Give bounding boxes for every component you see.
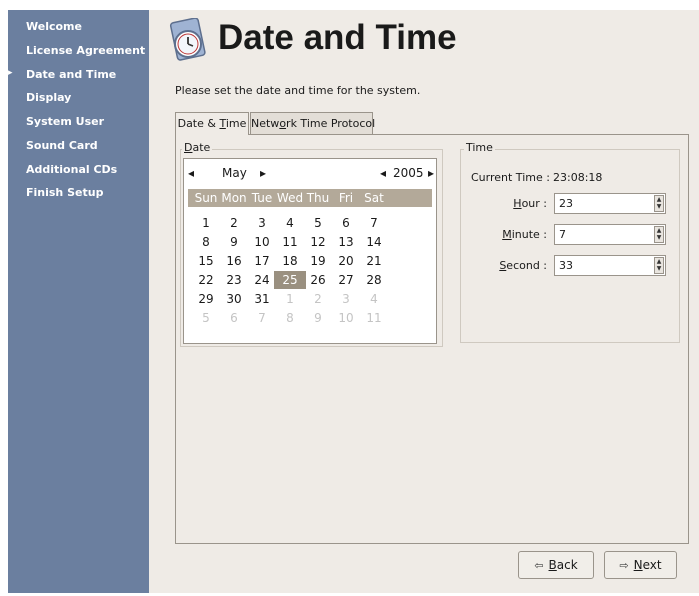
year-label: 2005 [393, 166, 424, 180]
tab-date-time[interactable]: Date & Time [175, 112, 249, 135]
hour-label-mnemonic: H [513, 197, 522, 210]
second-stepper[interactable]: ▲ ▼ [654, 257, 664, 274]
tab-ntp[interactable]: Network Time Protocol [250, 112, 376, 134]
date-label-rest: ate [192, 141, 211, 154]
calendar[interactable]: ◂ May ▸ ◂ 2005 ▸ Sun Mon Tue Wed Thu Fri Sat 1… [183, 158, 437, 344]
tab-date-time-label-pre: Date & [177, 117, 220, 130]
weekday-header: Sun Mon Tue Wed Thu Fri Sat [188, 189, 432, 207]
sidebar-item-label: Additional CDs [26, 163, 118, 176]
calendar-day[interactable]: 7 [358, 214, 390, 232]
sidebar-item-label: Date and Time [26, 68, 117, 81]
date-frame-label: Date [182, 141, 213, 154]
calendar-day[interactable]: 14 [358, 233, 390, 251]
hour-spinbox[interactable]: 23 ▲ ▼ [554, 193, 666, 214]
second-value[interactable]: 33 [559, 259, 573, 272]
time-frame-label: Time [464, 141, 495, 154]
next-button[interactable]: ⇨ Next [604, 551, 677, 579]
increment-arrow-icon[interactable]: ▲ [655, 227, 663, 234]
increment-arrow-icon[interactable]: ▲ [655, 258, 663, 265]
back-mnemonic: B [548, 558, 557, 572]
prev-month-button[interactable]: ◂ [188, 166, 194, 180]
prev-year-button[interactable]: ◂ [380, 166, 386, 180]
next-arrow-icon: ⇨ [619, 559, 629, 572]
calendar-day[interactable]: 21 [358, 252, 390, 270]
hour-value[interactable]: 23 [559, 197, 573, 210]
sidebar-item-label: System User [26, 115, 105, 128]
page-title: Date and Time [218, 18, 457, 57]
current-step-marker-icon: ▸ [8, 68, 13, 78]
second-label: Second : [480, 259, 547, 272]
minute-label-rest: inute : [511, 228, 547, 241]
current-time-value: 23:08:18 [553, 171, 603, 184]
decrement-arrow-icon[interactable]: ▼ [655, 203, 663, 210]
next-label-rest: ext [642, 558, 662, 572]
minute-spinbox[interactable]: 7 ▲ ▼ [554, 224, 666, 245]
tab-date-time-label-post: ime [225, 117, 247, 130]
sidebar-item-label: License Agreement [26, 44, 146, 57]
minute-value[interactable]: 7 [559, 228, 566, 241]
calendar-day[interactable]: 11 [358, 309, 390, 327]
calendar-day[interactable]: 28 [358, 271, 390, 289]
sidebar-item-label: Sound Card [26, 139, 98, 152]
back-label-rest: ack [556, 558, 578, 572]
clock-icon [169, 18, 206, 61]
weekday-label: Sat [364, 191, 384, 205]
back-button[interactable]: ⇦ Back [518, 551, 594, 579]
current-time-label: Current Time : [471, 171, 550, 184]
hour-stepper[interactable]: ▲ ▼ [654, 195, 664, 212]
next-month-button[interactable]: ▸ [260, 166, 266, 180]
back-arrow-icon: ⇦ [534, 559, 544, 572]
decrement-arrow-icon[interactable]: ▼ [655, 234, 663, 241]
minute-stepper[interactable]: ▲ ▼ [654, 226, 664, 243]
sidebar-item-label: Welcome [26, 20, 82, 33]
next-mnemonic: N [633, 558, 643, 572]
increment-arrow-icon[interactable]: ▲ [655, 196, 663, 203]
hour-label-rest: our : [521, 197, 547, 210]
second-spinbox[interactable]: 33 ▲ ▼ [554, 255, 666, 276]
minute-label-mnemonic: M [502, 228, 512, 241]
calendar-day[interactable]: 4 [358, 290, 390, 308]
month-label: May [222, 166, 247, 180]
decrement-arrow-icon[interactable]: ▼ [655, 265, 663, 272]
tab-ntp-label-post: rk Time Protocol [286, 117, 376, 130]
sidebar-item-label: Finish Setup [26, 186, 104, 199]
next-year-button[interactable]: ▸ [428, 166, 434, 180]
second-label-rest: econd : [506, 259, 547, 272]
page-description: Please set the date and time for the sys… [175, 84, 421, 97]
sidebar-item-label: Display [26, 91, 72, 104]
hour-label: Hour : [480, 197, 547, 210]
tab-ntp-label-pre: Netw [251, 117, 280, 130]
minute-label: Minute : [480, 228, 547, 241]
